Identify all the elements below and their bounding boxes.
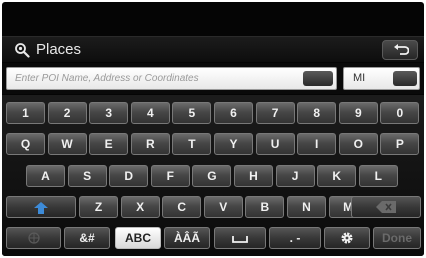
key-u[interactable]: U (255, 133, 295, 155)
key-w[interactable]: W (47, 133, 87, 155)
nav-screen: Places Enter POI Name, Address or Coordi… (2, 2, 424, 256)
shift-arrow-icon (34, 202, 48, 214)
key-6[interactable]: 6 (214, 102, 253, 124)
key-4[interactable]: 4 (130, 102, 170, 124)
globe-icon (28, 232, 40, 244)
gear-icon (341, 232, 353, 244)
accents-key[interactable]: ÀÂÃ (164, 227, 210, 249)
key-n[interactable]: N (287, 196, 326, 218)
key-8[interactable]: 8 (297, 102, 337, 124)
key-f[interactable]: F (150, 165, 190, 187)
back-arrow-icon (394, 44, 409, 55)
key-d[interactable]: D (109, 165, 149, 187)
key-7[interactable]: 7 (255, 102, 295, 124)
key-2[interactable]: 2 (47, 102, 87, 124)
backspace-icon (376, 201, 396, 213)
key-o[interactable]: O (338, 133, 378, 155)
page-title: Places (36, 41, 82, 58)
search-icon (15, 43, 30, 58)
keyboard: 1234567890 QWERTYUIOP ASDFGHJKL ZXCVBNM … (2, 95, 424, 256)
unit-value: MI (353, 72, 366, 84)
key-1[interactable]: 1 (6, 102, 45, 124)
backspace-key[interactable] (351, 196, 421, 218)
key-s[interactable]: S (67, 165, 107, 187)
key-3[interactable]: 3 (89, 102, 129, 124)
key-q[interactable]: Q (6, 133, 45, 155)
key-j[interactable]: J (275, 165, 315, 187)
key-e[interactable]: E (89, 133, 129, 155)
search-placeholder: Enter POI Name, Address or Coordinates (15, 73, 199, 84)
key-b[interactable]: B (245, 196, 285, 218)
key-l[interactable]: L (358, 165, 398, 187)
back-button[interactable] (382, 40, 418, 60)
dash-key[interactable]: . - (269, 227, 321, 249)
search-dropdown-button[interactable] (303, 71, 333, 86)
key-i[interactable]: I (297, 133, 337, 155)
key-x[interactable]: X (120, 196, 160, 218)
abc-key[interactable]: ABC (115, 227, 161, 249)
space-icon (232, 236, 248, 243)
settings-key[interactable] (324, 227, 370, 249)
key-z[interactable]: Z (79, 196, 118, 218)
globe-key[interactable] (6, 227, 61, 249)
search-input[interactable]: Enter POI Name, Address or Coordinates (6, 67, 337, 90)
key-0[interactable]: 0 (380, 102, 420, 124)
key-a[interactable]: A (26, 165, 65, 187)
key-h[interactable]: H (234, 165, 273, 187)
done-key[interactable]: Done (373, 227, 421, 249)
key-9[interactable]: 9 (338, 102, 378, 124)
space-key[interactable] (214, 227, 266, 249)
key-v[interactable]: V (203, 196, 243, 218)
key-5[interactable]: 5 (172, 102, 212, 124)
key-g[interactable]: G (192, 165, 232, 187)
key-p[interactable]: P (380, 133, 420, 155)
key-y[interactable]: Y (214, 133, 253, 155)
shift-key[interactable] (6, 196, 76, 218)
symbols-key[interactable]: &# (64, 227, 110, 249)
key-k[interactable]: K (317, 165, 357, 187)
key-t[interactable]: T (172, 133, 212, 155)
unit-select[interactable]: MI (343, 67, 420, 90)
key-c[interactable]: C (162, 196, 202, 218)
input-bar: Enter POI Name, Address or Coordinates M… (2, 63, 424, 94)
unit-dropdown-button[interactable] (393, 71, 417, 86)
key-r[interactable]: R (130, 133, 170, 155)
title-bar: Places (2, 36, 424, 62)
